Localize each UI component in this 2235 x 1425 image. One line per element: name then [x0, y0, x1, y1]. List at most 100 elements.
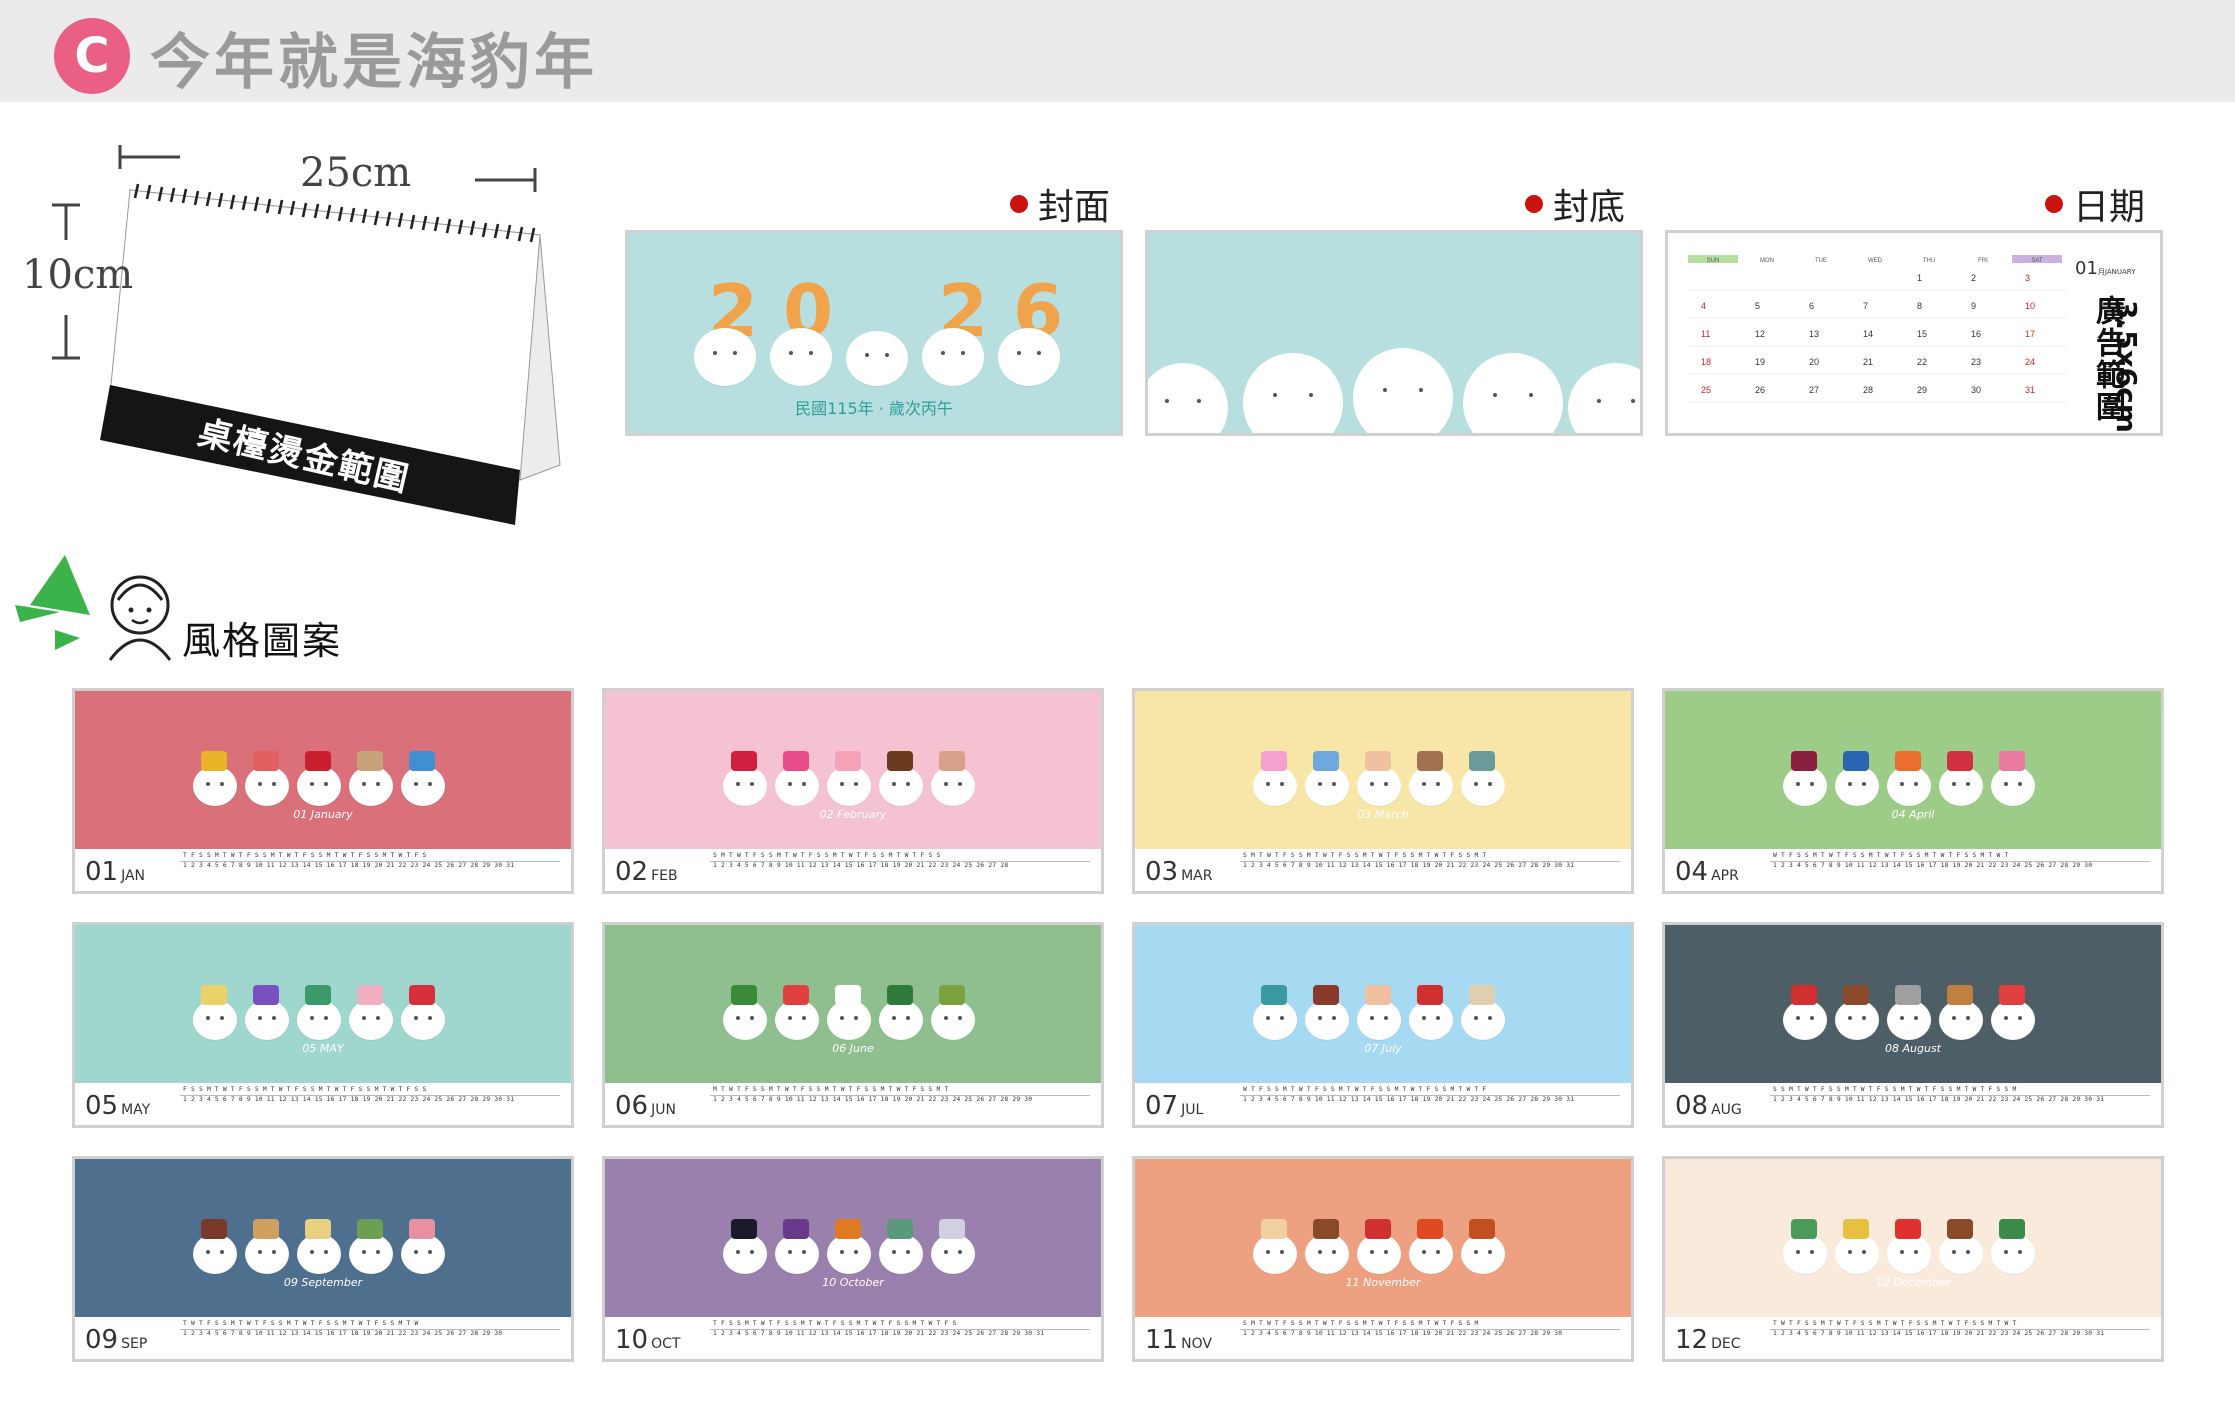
seal-icon [723, 766, 767, 806]
date-cell: 16 [1971, 329, 1981, 339]
seal-accessory-icon [1999, 1219, 2025, 1239]
seal-icon [1783, 1234, 1827, 1274]
month-artwork: 10 October [605, 1159, 1101, 1317]
seal-icon [723, 1000, 767, 1040]
cover-preview: 2 0 2 6 民國115年 · 歲次丙午 [625, 230, 1123, 436]
seal-icon [1305, 1000, 1349, 1040]
seal-accessory-icon [939, 1219, 965, 1239]
seal-accessory-icon [253, 985, 279, 1005]
date-cell: 15 [1917, 329, 1927, 339]
month-artwork-caption: 04 April [1891, 808, 1935, 821]
month-abbr: JUL [1181, 1102, 1204, 1118]
height-label: 10cm [22, 252, 134, 298]
seal-accessory-icon [1469, 1219, 1495, 1239]
month-abbr: AUG [1711, 1102, 1742, 1118]
seal-icon [1148, 363, 1228, 433]
cover-subtitle: 民國115年 · 歲次丙午 [795, 399, 953, 418]
seal-icon [1305, 1234, 1349, 1274]
seal-accessory-icon [305, 985, 331, 1005]
seal-icon [1357, 1234, 1401, 1274]
seal-icon [193, 766, 237, 806]
month-artwork: 11 November [1135, 1159, 1631, 1317]
month-number: 12 [1675, 1325, 1709, 1355]
seal-accessory-icon [1895, 1219, 1921, 1239]
weekday-label: MON [1760, 258, 1774, 264]
weekday-label: SAT [2031, 258, 2043, 264]
seal-accessory-icon [1261, 985, 1287, 1005]
month-card: 06 June 06 JUN M T W T F S S M T W T F S S … [602, 922, 1104, 1128]
date-cell: 28 [1863, 385, 1873, 395]
seal-icon [998, 328, 1060, 386]
date-month-header: 01月JANUARY [2075, 258, 2136, 279]
seal-icon [245, 1234, 289, 1274]
month-artwork-caption: 10 October [822, 1276, 884, 1289]
red-dot-icon [1010, 195, 1028, 213]
seal-icon [349, 1234, 393, 1274]
month-number: 10 [615, 1325, 649, 1355]
month-artwork: 04 April [1665, 691, 2161, 849]
seal-accessory-icon [253, 751, 279, 771]
seal-icon [1887, 1234, 1931, 1274]
seal-icon [1357, 766, 1401, 806]
date-cell: 22 [1917, 357, 1927, 367]
seal-icon [846, 331, 908, 386]
month-card: 11 November 11 NOV S M T W T F S S M T W T … [1132, 1156, 1634, 1362]
weekday-label: TUE [1815, 258, 1827, 264]
red-dot-icon [2045, 195, 2063, 213]
date-cell: 3 [2025, 273, 2030, 283]
day-strip: W T F S S M T W T F S S M T W T F S S M … [1243, 1086, 1575, 1103]
month-artwork: 03 March [1135, 691, 1631, 849]
day-strip: W T F S S M T W T F S S M T W T F S S M … [1773, 852, 2093, 869]
month-card: 10 October 10 OCT T F S S M T W T F S S M T… [602, 1156, 1104, 1362]
seal-icon [401, 1234, 445, 1274]
month-card: 07 July 07 JUL W T F S S M T W T F S S M T … [1132, 922, 1634, 1128]
seal-icon [1835, 766, 1879, 806]
date-cell: 13 [1809, 329, 1819, 339]
seal-accessory-icon [1313, 1219, 1339, 1239]
seal-accessory-icon [409, 751, 435, 771]
month-abbr: NOV [1181, 1336, 1212, 1352]
seal-icon [1409, 766, 1453, 806]
month-label: 04 APR [1675, 857, 1739, 887]
seal-accessory-icon [887, 1219, 913, 1239]
seal-icon [1991, 1234, 2035, 1274]
seal-accessory-icon [409, 1219, 435, 1239]
seal-icon [775, 1000, 819, 1040]
seal-accessory-icon [835, 751, 861, 771]
seal-accessory-icon [887, 985, 913, 1005]
seal-icon [1991, 766, 2035, 806]
seal-icon [1939, 1234, 1983, 1274]
date-cell: 14 [1863, 329, 1873, 339]
month-label: 06 JUN [615, 1091, 676, 1121]
day-strip: F S S M T W T F S S M T W T F S S M T W … [183, 1086, 515, 1103]
seal-icon [879, 1234, 923, 1274]
width-label: 25cm [300, 150, 412, 196]
month-number: 05 [85, 1091, 119, 1121]
seal-icon [1783, 1000, 1827, 1040]
seal-accessory-icon [1999, 985, 2025, 1005]
seal-accessory-icon [1895, 985, 1921, 1005]
date-cell: 5 [1755, 301, 1760, 311]
seal-icon [1887, 766, 1931, 806]
seal-icon [1461, 1000, 1505, 1040]
cover-label: 封面 [1010, 178, 1110, 230]
month-number: 04 [1675, 857, 1709, 887]
seal-icon [827, 766, 871, 806]
month-abbr: JUN [651, 1102, 676, 1118]
seal-icon [770, 328, 832, 386]
seal-accessory-icon [201, 985, 227, 1005]
date-cell: 7 [1863, 301, 1868, 311]
seal-accessory-icon [201, 1219, 227, 1239]
seal-accessory-icon [1417, 1219, 1443, 1239]
seal-icon [1939, 766, 1983, 806]
month-label: 02 FEB [615, 857, 678, 887]
day-strip: T F S S M T W T F S S M T W T F S S M T … [713, 1320, 1045, 1337]
seal-accessory-icon [1261, 751, 1287, 771]
seal-icon [193, 1000, 237, 1040]
month-label: 08 AUG [1675, 1091, 1742, 1121]
month-number: 02 [615, 857, 649, 887]
day-strip: M T W T F S S M T W T F S S M T W T F S … [713, 1086, 1033, 1103]
seal-accessory-icon [1313, 985, 1339, 1005]
seal-icon [1835, 1000, 1879, 1040]
month-artwork-caption: 11 November [1345, 1276, 1421, 1289]
